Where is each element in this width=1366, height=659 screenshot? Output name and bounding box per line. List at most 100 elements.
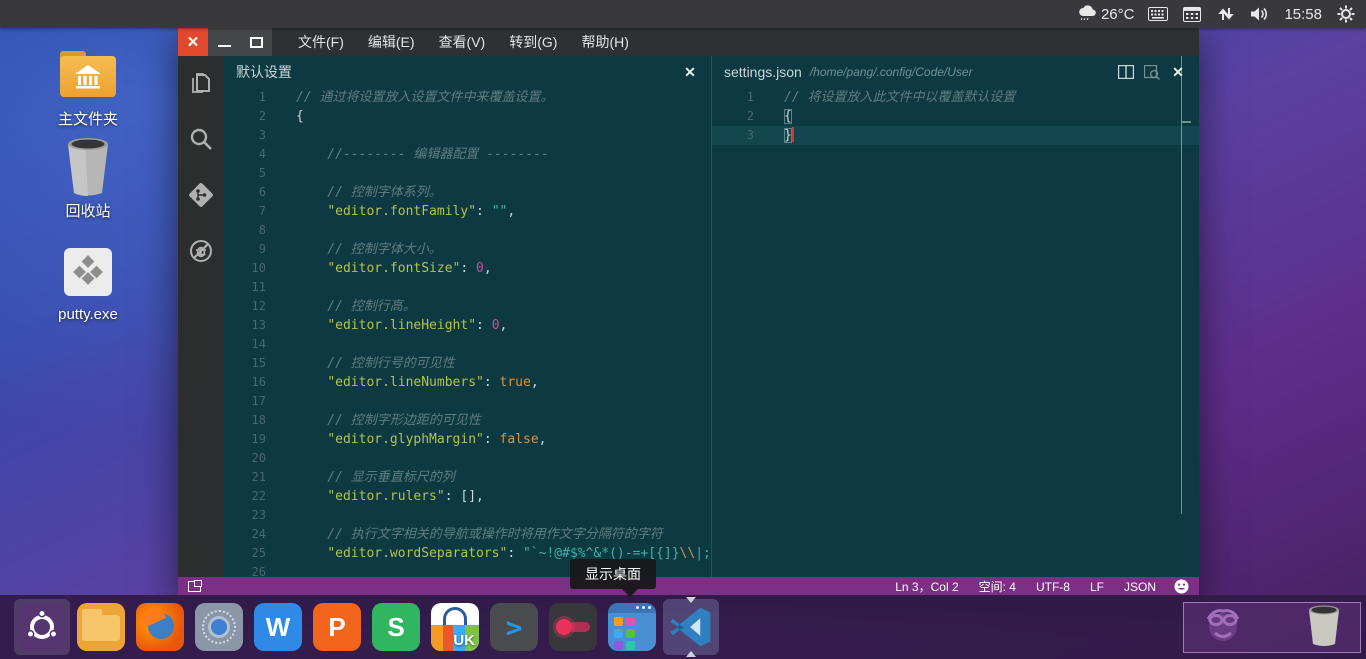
- menu-item-0[interactable]: 文件(F): [286, 28, 356, 56]
- dock-item-terminal[interactable]: >: [486, 599, 542, 655]
- editor-header-right[interactable]: settings.json /home/pang/.config/Code/Us…: [712, 56, 1199, 88]
- line-number: 24: [224, 525, 296, 544]
- menu-item-3[interactable]: 转到(G): [497, 28, 569, 56]
- putty-icon: [60, 244, 116, 300]
- desktop-icon-home[interactable]: 主文件夹: [28, 46, 148, 129]
- line-number: 14: [224, 335, 296, 354]
- desktop-icon-trash[interactable]: 回收站: [28, 138, 148, 221]
- explorer-files-icon[interactable]: [188, 70, 214, 96]
- code-line-6[interactable]: 6 // 控制字体系列。: [224, 183, 711, 202]
- code-line-7[interactable]: 7 "editor.fontFamily": "",: [224, 202, 711, 221]
- menu-bar: 文件(F)编辑(E)查看(V)转到(G)帮助(H): [286, 28, 641, 56]
- code-line-18[interactable]: 18 // 控制字形边距的可见性: [224, 411, 711, 430]
- code-line-1[interactable]: 1// 将设置放入此文件中以覆盖默认设置: [712, 88, 1199, 107]
- dock-item-show-desktop[interactable]: [604, 599, 660, 655]
- status-item-0[interactable]: Ln 3，Col 2: [895, 578, 958, 595]
- workspace-panel[interactable]: [1183, 602, 1361, 653]
- panel-trash-icon[interactable]: [1304, 603, 1344, 652]
- split-editor-icon[interactable]: [1117, 63, 1135, 81]
- code-line-16[interactable]: 16 "editor.lineNumbers": true,: [224, 373, 711, 392]
- dock-item-vscode[interactable]: [663, 599, 719, 655]
- code-line-3[interactable]: 3: [224, 126, 711, 145]
- status-item-2[interactable]: UTF-8: [1036, 580, 1070, 594]
- activity-bar: [178, 56, 224, 577]
- line-number: 6: [224, 183, 296, 202]
- status-item-3[interactable]: LF: [1090, 580, 1104, 594]
- code-line-13[interactable]: 13 "editor.lineHeight": 0,: [224, 316, 711, 335]
- close-window-button[interactable]: ✕: [178, 28, 208, 56]
- calendar-icon[interactable]: [1182, 4, 1202, 24]
- code-line-5[interactable]: 5: [224, 164, 711, 183]
- dock-item-firefox[interactable]: [132, 599, 188, 655]
- dock-item-settings-toggle[interactable]: [545, 599, 601, 655]
- code-line-22[interactable]: 22 "editor.rulers": [],: [224, 487, 711, 506]
- close-editor-icon[interactable]: ✕: [681, 63, 699, 81]
- code-line-4[interactable]: 4 //-------- 编辑器配置 --------: [224, 145, 711, 164]
- maximize-window-button[interactable]: [240, 28, 272, 56]
- temperature-text: 26°C: [1101, 6, 1135, 23]
- code-line-20[interactable]: 20: [224, 449, 711, 468]
- network-arrows-icon[interactable]: [1216, 4, 1236, 24]
- code-line-1[interactable]: 1// 通过将设置放入设置文件中来覆盖设置。: [224, 88, 711, 107]
- menu-item-4[interactable]: 帮助(H): [569, 28, 640, 56]
- dock-item-file-manager[interactable]: [73, 599, 129, 655]
- scrollbar-overview-ruler[interactable]: [1181, 56, 1190, 514]
- dock-item-wps-writer[interactable]: W: [250, 599, 306, 655]
- code-line-14[interactable]: 14: [224, 335, 711, 354]
- editor-header-left[interactable]: 默认设置 ✕: [224, 56, 711, 88]
- status-item-1[interactable]: 空间: 4: [979, 578, 1016, 595]
- line-number: 3: [712, 126, 784, 145]
- keyboard-icon[interactable]: [1148, 4, 1168, 24]
- power-gear-icon[interactable]: [1336, 4, 1356, 24]
- code-line-2[interactable]: 2{: [224, 107, 711, 126]
- editor-title: 默认设置: [236, 62, 292, 82]
- code-line-15[interactable]: 15 // 控制行号的可见性: [224, 354, 711, 373]
- volume-icon[interactable]: [1250, 4, 1270, 24]
- dock-item-wps-presentation[interactable]: P: [309, 599, 365, 655]
- desktop-icon-putty[interactable]: putty.exe: [28, 244, 148, 323]
- dock-item-launcher[interactable]: [14, 599, 70, 655]
- code-line-24[interactable]: 24 // 执行文字相关的导航或操作时将用作文字分隔符的字符: [224, 525, 711, 544]
- code-line-8[interactable]: 8: [224, 221, 711, 240]
- menu-item-1[interactable]: 编辑(E): [356, 28, 427, 56]
- debug-disabled-icon[interactable]: [188, 238, 214, 264]
- code-line-17[interactable]: 17: [224, 392, 711, 411]
- dock-item-software-center[interactable]: UK: [427, 599, 483, 655]
- feedback-smiley-icon[interactable]: [1174, 579, 1189, 594]
- dock-item-wps-spreadsheet[interactable]: S: [368, 599, 424, 655]
- source-control-icon[interactable]: [188, 182, 214, 208]
- minimize-window-button[interactable]: [208, 28, 240, 56]
- window-titlebar[interactable]: ✕ 文件(F)编辑(E)查看(V)转到(G)帮助(H): [178, 28, 1199, 56]
- line-number: 16: [224, 373, 296, 392]
- top-panel: 26°C 15:58: [0, 0, 1366, 28]
- code-area-default-settings[interactable]: 1// 通过将设置放入设置文件中来覆盖设置。2{34 //-------- 编辑…: [224, 88, 711, 577]
- code-line-2[interactable]: 2{: [712, 107, 1199, 126]
- code-line-10[interactable]: 10 "editor.fontSize": 0,: [224, 259, 711, 278]
- code-line-23[interactable]: 23: [224, 506, 711, 525]
- window-status-icon[interactable]: [188, 581, 201, 592]
- desktop-icon-label: putty.exe: [58, 306, 118, 323]
- code-area-settings-json[interactable]: 1// 将设置放入此文件中以覆盖默认设置2{3}: [712, 88, 1199, 577]
- code-line-9[interactable]: 9 // 控制字体大小。: [224, 240, 711, 259]
- line-number: 8: [224, 221, 296, 240]
- line-number: 3: [224, 126, 296, 145]
- weather-indicator[interactable]: 26°C: [1077, 4, 1135, 24]
- line-number: 5: [224, 164, 296, 183]
- line-number: 2: [224, 107, 296, 126]
- clock-text[interactable]: 15:58: [1284, 6, 1322, 23]
- wps-presentation-icon: P: [313, 603, 361, 651]
- code-line-11[interactable]: 11: [224, 278, 711, 297]
- line-number: 19: [224, 430, 296, 449]
- code-line-12[interactable]: 12 // 控制行高。: [224, 297, 711, 316]
- mascot-icon: [1200, 603, 1246, 652]
- line-number: 9: [224, 240, 296, 259]
- code-line-19[interactable]: 19 "editor.glyphMargin": false,: [224, 430, 711, 449]
- code-line-3[interactable]: 3}: [712, 126, 1199, 145]
- code-line-21[interactable]: 21 // 显示垂直标尺的列: [224, 468, 711, 487]
- search-icon[interactable]: [188, 126, 214, 152]
- menu-item-2[interactable]: 查看(V): [427, 28, 498, 56]
- software-center-icon: UK: [431, 603, 479, 651]
- dock-item-browser[interactable]: [191, 599, 247, 655]
- open-preview-icon[interactable]: [1143, 63, 1161, 81]
- status-item-4[interactable]: JSON: [1124, 580, 1156, 594]
